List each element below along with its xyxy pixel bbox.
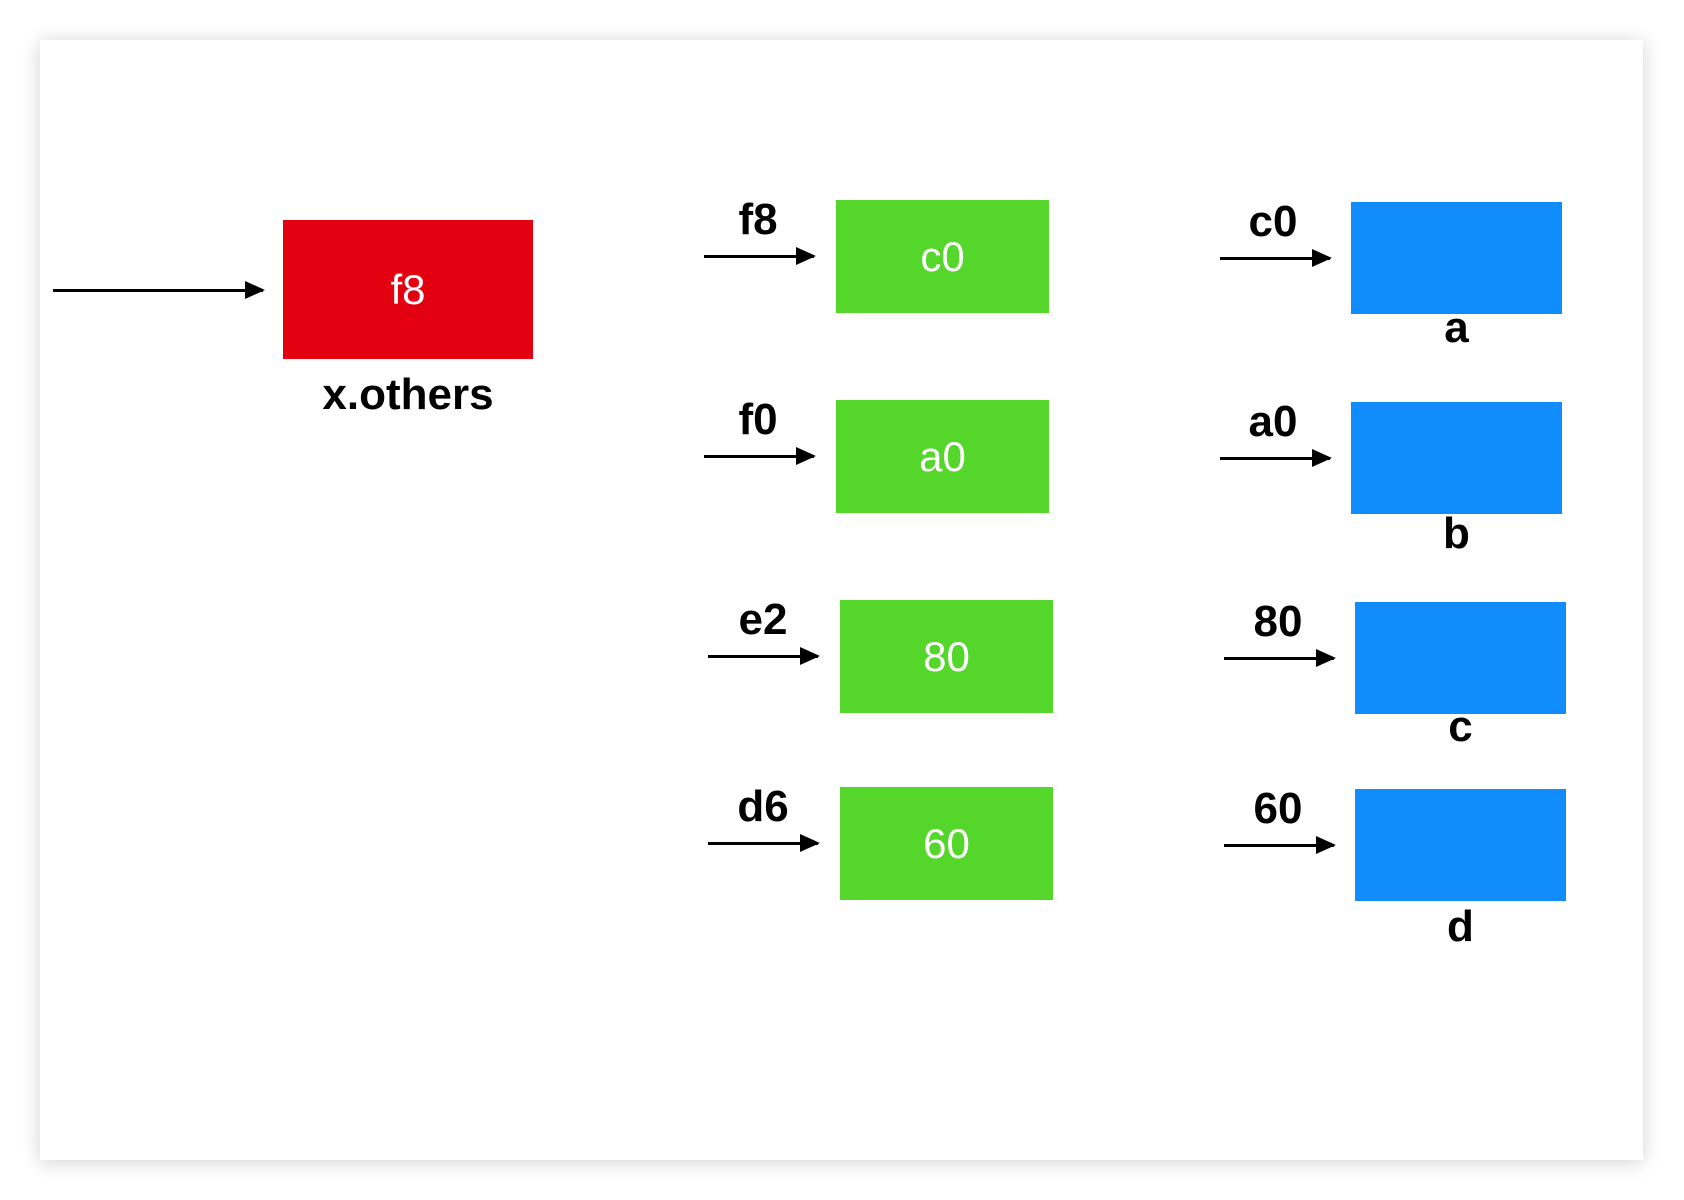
- right-address-label-1: c0: [1248, 197, 1298, 246]
- x-others-value: f8: [390, 265, 426, 313]
- middle-address-label-4: d6: [737, 782, 789, 831]
- right-arrow-3: [1224, 649, 1336, 667]
- arrow-into-x-others: [53, 281, 265, 299]
- right-box-1: [1351, 202, 1562, 314]
- middle-value-2: a0: [919, 432, 966, 480]
- right-arrow-1: [1220, 249, 1332, 267]
- middle-value-3: 80: [923, 632, 970, 680]
- middle-box-2: a0: [836, 400, 1049, 513]
- right-arrow-4: [1224, 836, 1336, 854]
- right-box-4: [1355, 789, 1566, 901]
- middle-address-label-2: f0: [738, 395, 778, 444]
- middle-value-1: c0: [920, 232, 965, 280]
- x-others-box: f8: [283, 220, 533, 359]
- right-address-label-2: a0: [1248, 397, 1298, 446]
- middle-arrow-4: [708, 834, 820, 852]
- middle-arrow-3: [708, 647, 820, 665]
- right-address-label-3: 80: [1253, 597, 1303, 646]
- middle-box-4: 60: [840, 787, 1053, 900]
- right-box-2: [1351, 402, 1562, 514]
- right-address-label-4: 60: [1253, 784, 1303, 833]
- right-name-label-1: a: [1444, 303, 1469, 352]
- right-name-label-3: c: [1448, 702, 1473, 751]
- middle-box-1: c0: [836, 200, 1049, 313]
- right-name-label-4: d: [1447, 902, 1474, 951]
- right-name-label-2: b: [1443, 509, 1470, 558]
- middle-address-label-3: e2: [738, 595, 788, 644]
- middle-address-label-1: f8: [738, 195, 778, 244]
- middle-box-3: 80: [840, 600, 1053, 713]
- middle-arrow-2: [704, 447, 816, 465]
- right-arrow-2: [1220, 449, 1332, 467]
- middle-arrow-1: [704, 247, 816, 265]
- middle-value-4: 60: [923, 819, 970, 867]
- x-others-caption: x.others: [322, 370, 494, 419]
- right-box-3: [1355, 602, 1566, 714]
